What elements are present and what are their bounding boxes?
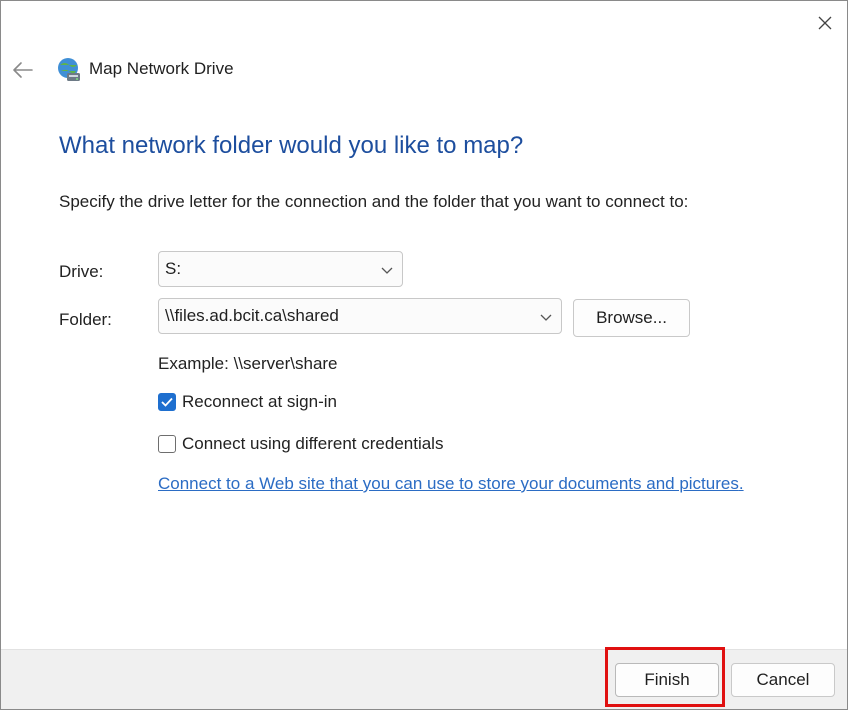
map-network-drive-dialog: Map Network Drive What network folder wo… <box>0 0 848 710</box>
folder-combobox[interactable]: \\files.ad.bcit.ca\shared <box>158 298 562 334</box>
network-drive-icon <box>58 58 80 81</box>
web-site-link-period: . <box>738 474 744 493</box>
drive-label: Drive: <box>59 262 104 281</box>
checkmark-icon <box>161 397 173 407</box>
drive-select-value: S: <box>165 259 182 278</box>
finish-highlight-box <box>605 647 725 707</box>
reconnect-checkbox[interactable] <box>158 393 176 411</box>
page-heading: What network folder would you like to ma… <box>59 132 524 159</box>
drive-select[interactable]: S: <box>158 251 403 287</box>
chevron-down-icon <box>540 314 552 321</box>
window-title: Map Network Drive <box>89 59 234 78</box>
example-text: Example: \\server\share <box>158 354 338 373</box>
different-credentials-checkbox[interactable] <box>158 435 176 453</box>
reconnect-label: Reconnect at sign-in <box>182 392 337 411</box>
web-site-link[interactable]: Connect to a Web site that you can use t… <box>158 474 744 494</box>
instruction-text: Specify the drive letter for the connect… <box>59 192 689 211</box>
folder-label: Folder: <box>59 310 112 329</box>
browse-button[interactable]: Browse... <box>573 299 690 337</box>
back-button[interactable] <box>9 56 37 84</box>
chevron-down-icon <box>381 267 393 274</box>
different-credentials-option[interactable]: Connect using different credentials <box>158 434 443 454</box>
different-credentials-label: Connect using different credentials <box>182 434 444 453</box>
back-arrow-icon <box>13 62 33 78</box>
web-site-link-text[interactable]: Connect to a Web site that you can use t… <box>158 474 739 493</box>
cancel-button[interactable]: Cancel <box>731 663 835 697</box>
reconnect-option[interactable]: Reconnect at sign-in <box>158 392 337 412</box>
close-button[interactable] <box>807 7 843 39</box>
folder-input-value: \\files.ad.bcit.ca\shared <box>165 306 339 325</box>
close-icon <box>818 16 832 30</box>
